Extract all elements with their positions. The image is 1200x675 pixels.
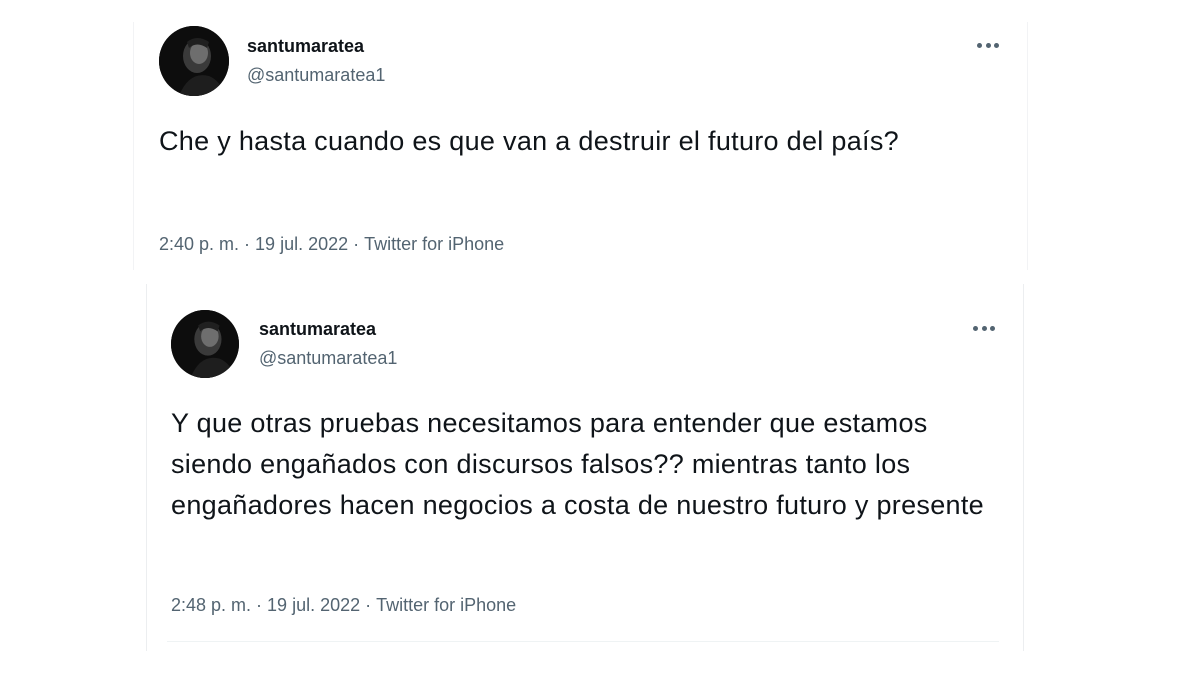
avatar-image — [159, 26, 229, 96]
tweet-meta: 2:48 p. m. · 19 jul. 2022 · Twitter for iPho… — [171, 595, 516, 616]
meta-separator: · — [244, 234, 251, 254]
more-dot — [985, 42, 991, 48]
user-handle[interactable]: @santumaratea1 — [247, 65, 385, 86]
avatar[interactable] — [159, 26, 229, 96]
divider — [167, 641, 999, 642]
tweet-time[interactable]: 2:48 p. m. — [171, 595, 251, 615]
more-dot — [977, 42, 982, 48]
user-handle[interactable]: @santumaratea1 — [259, 348, 397, 369]
avatar-image — [171, 310, 239, 378]
tweet-source[interactable]: Twitter for iPhone — [364, 234, 504, 254]
tweet-meta: 2:40 p. m. · 19 jul. 2022 · Twitter for iPho… — [159, 234, 504, 255]
more-dot — [990, 325, 995, 331]
tweet-text: Y que otras pruebas necesitamos para ent… — [171, 408, 984, 520]
more-horizontal-icon[interactable] — [973, 321, 995, 335]
tweet-card[interactable]: santumaratea @santumaratea1 Y que otras … — [146, 284, 1024, 651]
more-dot — [994, 42, 999, 48]
tweet-date[interactable]: 19 jul. 2022 — [267, 595, 360, 615]
avatar[interactable] — [171, 310, 239, 378]
more-dot — [973, 325, 978, 331]
tweet-text: Che y hasta cuando es que van a destruir… — [159, 126, 899, 156]
tweet-date[interactable]: 19 jul. 2022 — [255, 234, 348, 254]
display-name[interactable]: santumaratea — [247, 36, 364, 57]
tweet-card[interactable]: santumaratea @santumaratea1 Che y hasta … — [133, 22, 1028, 270]
more-horizontal-icon[interactable] — [977, 38, 999, 52]
more-dot — [981, 325, 987, 331]
tweet-time[interactable]: 2:40 p. m. — [159, 234, 239, 254]
meta-separator: · — [353, 234, 360, 254]
meta-separator: · — [365, 595, 372, 615]
display-name[interactable]: santumaratea — [259, 319, 376, 340]
tweet-source[interactable]: Twitter for iPhone — [376, 595, 516, 615]
meta-separator: · — [256, 595, 263, 615]
